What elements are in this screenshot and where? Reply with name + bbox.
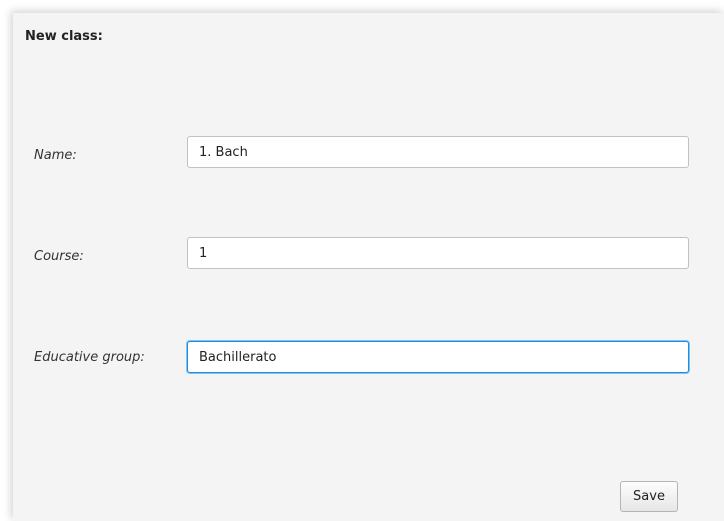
educative-group-label: Educative group:	[34, 350, 145, 365]
name-input[interactable]	[187, 136, 689, 168]
course-label: Course:	[34, 249, 84, 264]
save-button[interactable]: Save	[620, 481, 678, 512]
educative-group-input[interactable]	[187, 341, 689, 373]
course-input[interactable]	[187, 237, 689, 269]
form-title: New class:	[25, 29, 103, 44]
name-label: Name:	[34, 148, 77, 163]
new-class-panel: New class: Name: Course: Educative group…	[13, 13, 724, 521]
